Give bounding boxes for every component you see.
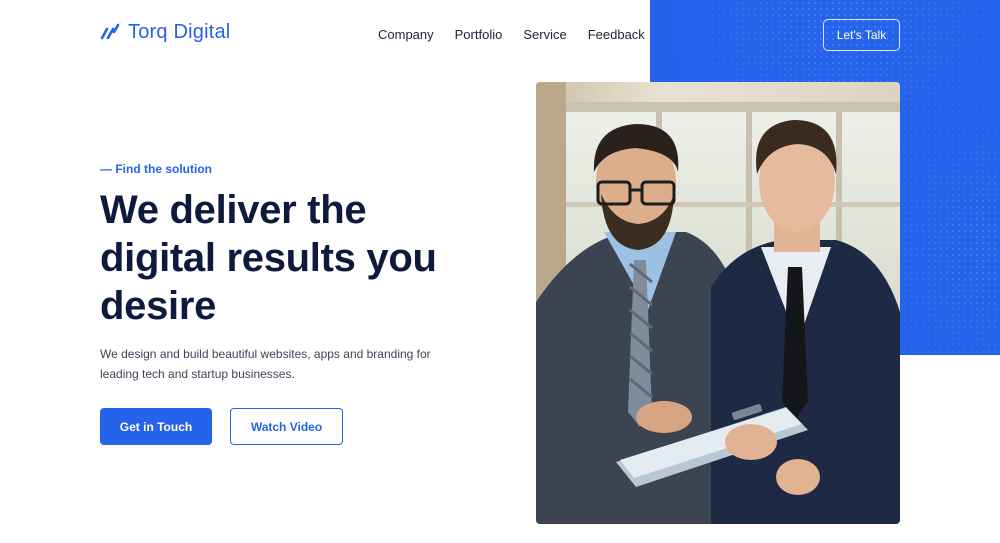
- brand-name: Torq Digital: [128, 21, 231, 43]
- nav-item-portfolio[interactable]: Portfolio: [455, 27, 503, 42]
- site-header: Torq Digital Company Portfolio Service F…: [0, 0, 1000, 70]
- hero-headline-line-3: desire: [100, 284, 217, 328]
- lets-talk-button[interactable]: Let's Talk: [823, 19, 900, 51]
- nav-item-company[interactable]: Company: [378, 27, 434, 42]
- hero-copy: — Find the solution We deliver the digit…: [100, 160, 480, 384]
- watch-video-button[interactable]: Watch Video: [230, 408, 343, 445]
- main-nav: Company Portfolio Service Feedback: [378, 27, 666, 42]
- hero-headline-line-1: We deliver the: [100, 188, 367, 232]
- photo-illustration: [536, 82, 900, 524]
- business-meeting-photo: [536, 82, 900, 524]
- hero-eyebrow: — Find the solution: [100, 162, 212, 176]
- hero-description: We design and build beautiful websites, …: [100, 347, 431, 381]
- nav-item-service[interactable]: Service: [523, 27, 566, 42]
- get-in-touch-button[interactable]: Get in Touch: [100, 408, 212, 445]
- slash-marks-logo-icon: [100, 22, 122, 44]
- hero-headline: We deliver the digital results you desir…: [100, 186, 480, 330]
- hero-headline-line-2: digital results you: [100, 236, 437, 280]
- hero-actions: Get in Touch Watch Video: [100, 408, 343, 445]
- nav-item-feedback[interactable]: Feedback: [588, 27, 645, 42]
- brand-logo[interactable]: Torq Digital: [100, 21, 230, 44]
